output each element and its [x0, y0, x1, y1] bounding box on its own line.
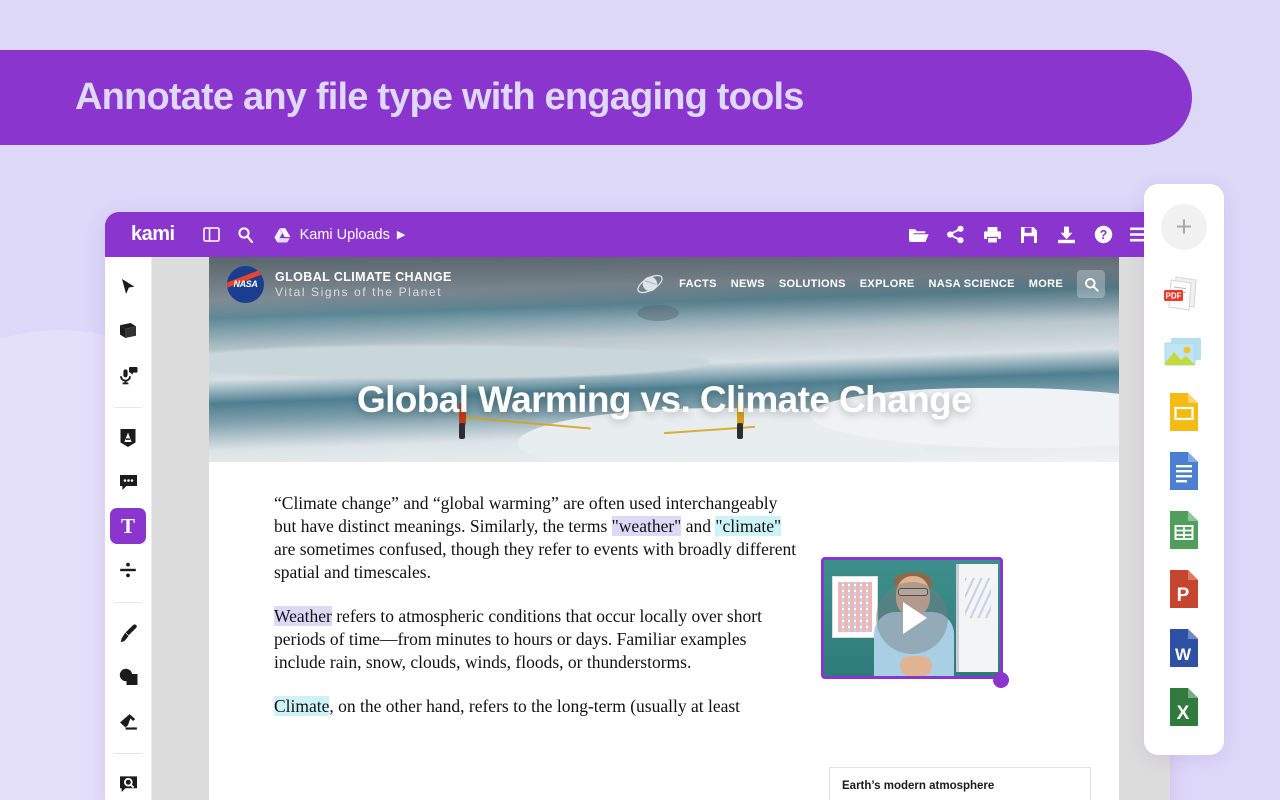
toolbar-divider	[114, 753, 142, 754]
nasa-hero: NASA GLOBAL CLIMATE CHANGE Vital Signs o…	[209, 257, 1119, 462]
eraser-tool[interactable]	[110, 703, 146, 739]
dictionary-tool[interactable]	[110, 313, 146, 349]
paragraph-2: Weather refers to atmospheric conditions…	[274, 605, 801, 674]
nasa-logo: NASA	[227, 265, 264, 303]
site-title: GLOBAL CLIMATE CHANGE	[275, 269, 452, 284]
highlight-climate: Climate	[274, 696, 330, 716]
select-tool[interactable]	[110, 269, 146, 305]
file-google-sheets[interactable]	[1162, 508, 1206, 552]
play-icon[interactable]	[876, 582, 948, 654]
app-header: kami Kami Uploads ▶ ?	[105, 212, 1170, 257]
embedded-video[interactable]	[821, 557, 1003, 679]
kami-logo[interactable]: kami	[131, 223, 175, 246]
site-subtitle: Vital Signs of the Planet	[275, 284, 443, 299]
resize-handle[interactable]	[993, 672, 1009, 688]
equation-tool[interactable]	[110, 552, 146, 588]
annotation-toolbar: T	[105, 257, 152, 800]
ice-shape	[209, 345, 710, 379]
breadcrumb-label: Kami Uploads	[299, 226, 390, 243]
excel-letter: X	[1177, 703, 1190, 724]
periodic-table-poster	[832, 576, 878, 638]
highlight-climate-quoted: "climate"	[715, 516, 782, 536]
document-viewer[interactable]: NASA GLOBAL CLIMATE CHANGE Vital Signs o…	[152, 257, 1170, 800]
nasa-wordmark: NASA	[233, 279, 258, 289]
nav-item-solutions[interactable]: SOLUTIONS	[779, 278, 846, 290]
header-actions: ?	[906, 223, 1156, 247]
folder-open-icon[interactable]	[906, 223, 930, 247]
print-icon[interactable]	[980, 223, 1004, 247]
word-letter: W	[1175, 645, 1192, 664]
app-body: T NASA GLOBAL CLIMATE CHANGE Vital Signs…	[105, 257, 1170, 800]
search-comment-tool[interactable]	[110, 766, 146, 800]
p1-part-c: are sometimes confused, though they refe…	[274, 539, 797, 582]
comment-tool[interactable]	[110, 464, 146, 500]
svg-text:?: ?	[1099, 228, 1107, 242]
file-google-slides[interactable]	[1162, 390, 1206, 434]
paragraph-1: “Climate change” and “global warming” ar…	[274, 492, 801, 584]
help-icon[interactable]: ?	[1091, 223, 1115, 247]
draw-tool[interactable]	[110, 615, 146, 651]
nav-item-nasa-science[interactable]: NASA SCIENCE	[928, 278, 1014, 290]
file-google-docs[interactable]	[1162, 449, 1206, 493]
share-icon[interactable]	[943, 223, 967, 247]
nasa-site-header: NASA GLOBAL CLIMATE CHANGE Vital Signs o…	[209, 257, 1119, 311]
text-tool-label: T	[120, 513, 135, 538]
site-nav: FACTS NEWS SOLUTIONS EXPLORE NASA SCIENC…	[635, 269, 1105, 299]
svg-text:PDF: PDF	[1166, 291, 1182, 300]
chevron-right-icon: ▶	[396, 229, 406, 241]
file-image[interactable]	[1162, 331, 1206, 375]
shapes-tool[interactable]	[110, 659, 146, 695]
p3-part-a: , on the other hand, refers to the long-…	[329, 696, 741, 716]
powerpoint-letter: P	[1177, 585, 1190, 606]
nav-item-news[interactable]: NEWS	[731, 278, 765, 290]
breadcrumb[interactable]: Kami Uploads ▶	[273, 225, 406, 245]
globe-icon	[635, 269, 665, 299]
nav-item-more[interactable]: MORE	[1029, 278, 1063, 290]
p1-part-b: and	[681, 516, 716, 536]
add-file-button[interactable]: +	[1161, 204, 1207, 250]
highlight-weather: Weather	[274, 606, 332, 626]
file-word[interactable]: W	[1162, 626, 1206, 670]
paragraph-3: Climate, on the other hand, refers to th…	[274, 695, 801, 718]
file-type-panel: + PDF P W X	[1144, 184, 1224, 755]
nasa-titles: GLOBAL CLIMATE CHANGE Vital Signs of the…	[275, 270, 452, 299]
presenter-hands	[900, 656, 932, 676]
nav-item-explore[interactable]: EXPLORE	[860, 278, 915, 290]
whiteboard	[956, 564, 998, 672]
search-icon[interactable]	[233, 222, 259, 248]
save-icon[interactable]	[1017, 223, 1041, 247]
file-pdf[interactable]: PDF	[1162, 272, 1206, 316]
atmosphere-figure: Earth’s modern atmosphere O2 Ar N2	[829, 767, 1091, 800]
highlight-weather-quoted: "weather"	[611, 516, 682, 536]
google-drive-icon	[273, 225, 293, 245]
split-view-icon[interactable]	[199, 222, 225, 248]
kami-app-window: kami Kami Uploads ▶ ? T NASA GLOBAL CLIM…	[105, 212, 1170, 800]
file-powerpoint[interactable]: P	[1162, 567, 1206, 611]
toolbar-divider	[114, 602, 142, 603]
headline-banner: Annotate any file type with engaging too…	[0, 50, 1192, 145]
hero-title: Global Warming vs. Climate Change	[356, 379, 972, 420]
site-search-button[interactable]	[1077, 270, 1105, 298]
nav-item-facts[interactable]: FACTS	[679, 278, 717, 290]
microphone-comment-tool[interactable]	[110, 357, 146, 393]
document-page: NASA GLOBAL CLIMATE CHANGE Vital Signs o…	[209, 257, 1119, 800]
page-root: Annotate any file type with engaging too…	[0, 0, 1280, 800]
banner-headline: Annotate any file type with engaging too…	[75, 76, 804, 118]
p2-part-a: refers to atmospheric conditions that oc…	[274, 606, 762, 672]
highlight-tool[interactable]	[110, 420, 146, 456]
text-tool[interactable]: T	[110, 508, 146, 544]
download-icon[interactable]	[1054, 223, 1078, 247]
toolbar-divider	[114, 407, 142, 408]
figure-title: Earth’s modern atmosphere	[842, 780, 995, 792]
file-excel[interactable]: X	[1162, 685, 1206, 729]
